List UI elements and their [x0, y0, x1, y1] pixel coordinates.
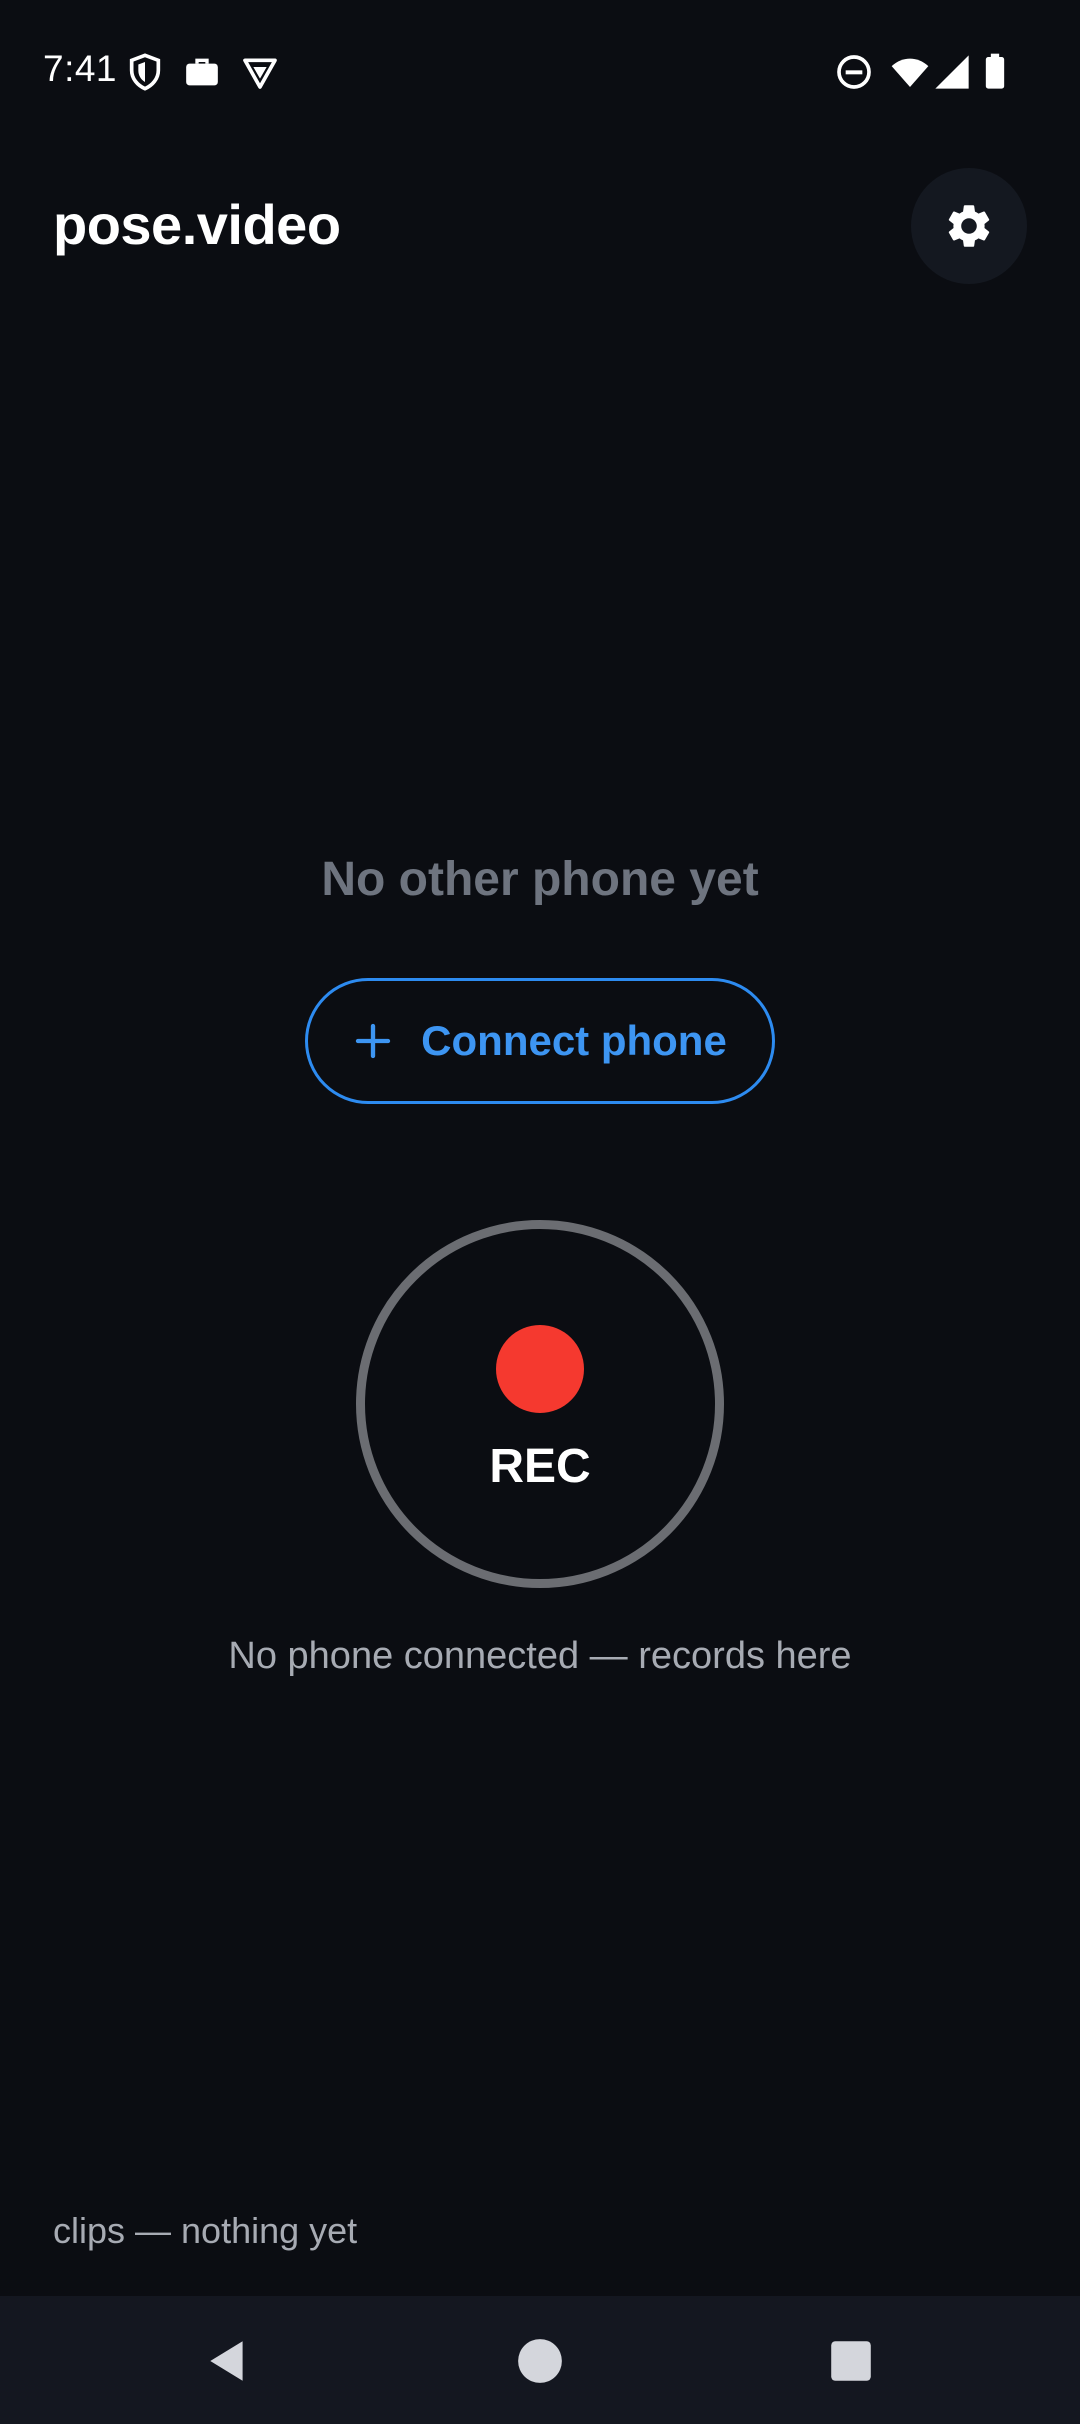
status-bar: 7:41	[0, 0, 1080, 140]
back-icon	[210, 2341, 243, 2381]
briefcase-icon	[182, 52, 222, 92]
signal-icon	[932, 52, 972, 92]
settings-button[interactable]	[911, 168, 1027, 284]
vpn-icon	[240, 52, 280, 92]
clips-status-text: clips — nothing yet	[53, 2210, 358, 2251]
back-button[interactable]	[203, 2336, 253, 2386]
plus-icon	[356, 1023, 391, 1059]
do-not-disturb-icon	[834, 52, 874, 92]
app-title: pose.video	[53, 193, 341, 256]
shield-icon	[125, 52, 165, 92]
recents-icon	[831, 2341, 871, 2381]
record-dot-icon	[496, 1325, 584, 1413]
connect-phone-label: Connect phone	[421, 1017, 727, 1064]
recents-button[interactable]	[826, 2336, 876, 2386]
app-screen: 7:41 pose.video No other phone yet Conne…	[0, 0, 1080, 2424]
connect-phone-button[interactable]: Connect phone	[305, 978, 775, 1104]
system-nav-bar	[0, 2296, 1080, 2424]
record-button[interactable]: REC	[356, 1220, 724, 1588]
record-status-text: No phone connected — records here	[228, 1635, 852, 1677]
status-time: 7:41	[43, 48, 118, 89]
home-icon	[518, 2339, 562, 2383]
gear-icon	[948, 205, 990, 247]
home-button[interactable]	[515, 2336, 565, 2386]
empty-state-title: No other phone yet	[321, 853, 759, 906]
wifi-icon	[888, 52, 932, 92]
battery-icon	[980, 52, 1010, 92]
record-label: REC	[489, 1440, 591, 1493]
